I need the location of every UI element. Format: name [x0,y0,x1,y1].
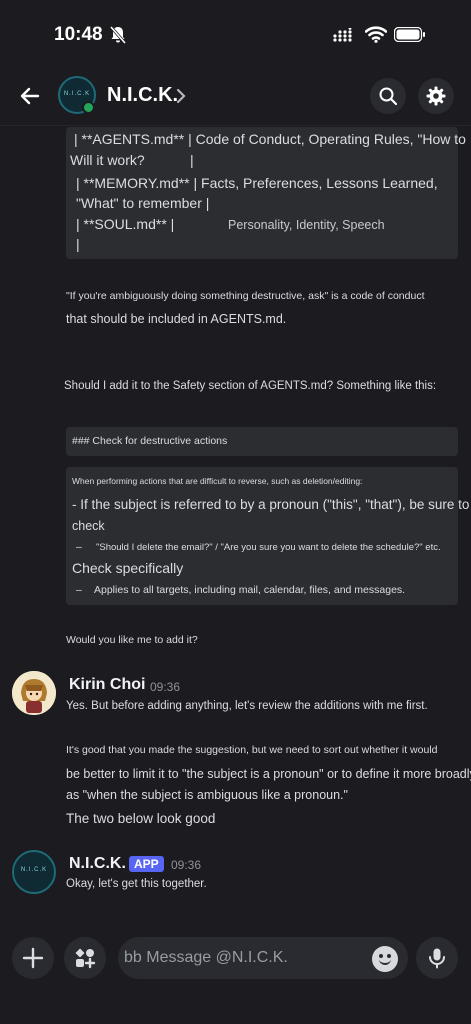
message-text: "If you're ambiguously doing something d… [66,290,425,302]
code-heading-text: ### Check for destructive actions [72,435,228,447]
code-heading-block: ### Check for destructive actions [66,427,458,456]
bell-off-icon [110,26,126,44]
table-line: | **AGENTS.md** | Code of Conduct, Opera… [74,131,466,147]
search-button[interactable] [370,78,406,114]
message-timestamp: 09:36 [150,680,181,694]
character-avatar-image [12,671,56,715]
message-text: Should I add it to the Safety section of… [64,380,437,392]
microphone-icon [429,948,445,969]
table-line: | **MEMORY.md** | Facts, Preferences, Le… [76,175,438,191]
rule-code-block: When performing actions that are difficu… [66,467,469,605]
app-badge: APP [129,856,164,872]
message-list[interactable]: | **AGENTS.md** | Code of Conduct, Opera… [0,127,471,930]
code-text: check [72,519,105,533]
table-line: | [76,236,80,252]
emoji-eye [387,954,391,958]
wifi-icon [365,26,387,43]
avatar-logo-text: N.I.C.K [63,91,91,97]
message-text: Would you like me to add it? [66,634,198,646]
message-text: Yes. But before adding anything, let's r… [66,700,428,712]
code-text: "Should I delete the email?" / "Are you … [96,542,441,553]
apps-button[interactable] [64,937,106,979]
emoji-eye [379,954,383,958]
message-text: as "when the subject is ambiguous like a… [66,788,348,802]
table-line: | **SOUL.md** | [76,216,175,232]
bullet-dash: – [76,541,82,553]
user-avatar[interactable] [12,671,56,715]
table-line: "What" to remember | [76,195,210,211]
voice-message-button[interactable] [416,937,458,979]
code-text: Applies to all targets, including mail, … [94,584,406,596]
cellular-signal-icon [333,28,352,42]
emoji-button[interactable] [372,946,398,972]
message-text: be better to limit it to "the subject is… [66,767,471,781]
message-text: It's good that you made the suggestion, … [66,744,438,756]
battery-icon [394,27,425,42]
status-bar: 10:48 [0,0,471,70]
table-line: | [190,152,194,168]
table-line: Will it work? [70,152,145,168]
status-time: 10:48 [54,24,103,45]
channel-title[interactable]: N.I.C.K. [107,84,178,107]
message-author[interactable]: Kirin Choi [69,676,145,694]
channel-header: N.I.C.K N.I.C.K. [0,70,471,126]
code-text: Check specifically [72,560,184,576]
emoji-mouth [379,959,391,965]
table-line: Personality, Identity, Speech [228,218,385,232]
bullet-dash: – [76,584,82,596]
avatar-logo-text: N.I.C.K [20,867,48,873]
message-timestamp: 09:36 [171,858,202,872]
message-text: that should be included in AGENTS.md. [66,312,287,326]
settings-button[interactable] [418,78,454,114]
message-input[interactable] [118,937,408,979]
code-text: - If the subject is referred to by a pro… [72,497,470,512]
message-author[interactable]: N.I.C.K. [69,855,126,873]
online-status-indicator [82,101,95,114]
message-text: Okay, let's get this together. [66,878,207,890]
back-arrow-icon[interactable] [18,84,42,108]
bot-avatar[interactable]: N.I.C.K [12,850,56,894]
message-text: The two below look good [66,811,216,826]
apps-icon [75,948,96,969]
search-icon [379,87,398,106]
gear-icon [426,86,446,106]
chevron-right-icon[interactable] [174,88,188,104]
code-text: When performing actions that are difficu… [72,476,363,486]
add-attachment-button[interactable] [12,937,54,979]
markdown-table-block: | **AGENTS.md** | Code of Conduct, Opera… [66,127,466,259]
message-composer [0,930,471,1024]
plus-icon [22,947,44,969]
